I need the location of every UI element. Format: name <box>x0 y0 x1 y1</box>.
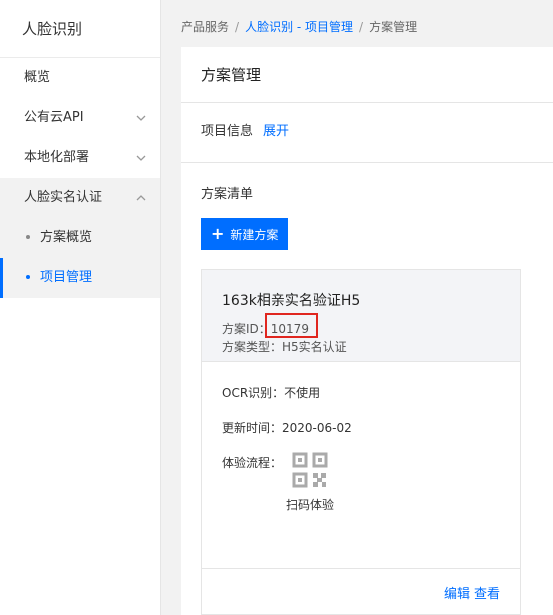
scheme-card-header: 163k相亲实名验证H5 方案ID：10179 方案类型：H5实名认证 <box>202 270 520 362</box>
scheme-name: 163k相亲实名验证H5 <box>222 293 361 309</box>
nav-item-overview[interactable]: 概览 <box>0 58 160 98</box>
card-actions: 编辑 查看 <box>440 583 500 602</box>
nav-item-label: 人脸实名认证 <box>24 190 103 205</box>
nav-item-label: 公有云API <box>24 110 84 125</box>
sub-item-label: 方案概览 <box>40 230 93 245</box>
nav-item-label: 本地化部署 <box>24 150 90 165</box>
id-highlight-box <box>265 313 318 338</box>
ocr-row: OCR识别：不使用 <box>202 384 320 401</box>
scheme-card: 163k相亲实名验证H5 方案ID：10179 方案类型：H5实名认证 OCR识… <box>201 269 521 615</box>
expand-link[interactable]: 展开 <box>263 124 289 139</box>
breadcrumb-current: 方案管理 <box>369 20 418 34</box>
project-info-label: 项目信息 <box>201 124 254 139</box>
sidebar: 人脸识别 概览 公有云API 本地化部署 人脸实名认证 方案概览 项目管理 <box>0 0 161 615</box>
bullet-dot-icon <box>26 234 30 239</box>
updated-label: 更新时间： <box>222 421 283 435</box>
scheme-type-value: H5实名认证 <box>282 340 347 354</box>
breadcrumb-link[interactable]: 人脸识别 - 项目管理 <box>245 20 353 34</box>
qr-code-icon[interactable] <box>292 452 328 488</box>
nav-item-local-deploy[interactable]: 本地化部署 <box>0 138 160 178</box>
plus-icon: + <box>211 224 225 243</box>
ocr-label: OCR识别： <box>222 386 285 400</box>
breadcrumb-root[interactable]: 产品服务 <box>181 20 229 34</box>
breadcrumb: 产品服务 / 人脸识别 - 项目管理 / 方案管理 <box>161 0 553 54</box>
nav-item-face-verification[interactable]: 人脸实名认证 <box>0 178 160 218</box>
ocr-value: 不使用 <box>284 386 321 400</box>
sidebar-subitem-scheme-overview[interactable]: 方案概览 <box>0 218 160 258</box>
sidebar-subitem-project-management[interactable]: 项目管理 <box>0 258 160 298</box>
edit-link[interactable]: 编辑 <box>444 587 470 602</box>
bullet-dot-icon <box>26 274 30 279</box>
chevron-down-icon <box>136 138 146 178</box>
new-scheme-label: 新建方案 <box>230 227 279 242</box>
flow-row: 体验流程： <box>202 454 282 471</box>
sub-item-label: 项目管理 <box>40 270 93 285</box>
scheme-list-title: 方案清单 <box>201 187 254 202</box>
new-scheme-button[interactable]: + 新建方案 <box>201 218 289 250</box>
flow-label: 体验流程： <box>222 456 283 470</box>
nav-item-label: 概览 <box>24 70 51 85</box>
chevron-down-icon <box>136 98 146 138</box>
updated-value: 2020-06-02 <box>282 421 352 435</box>
breadcrumb-separator: / <box>235 20 240 34</box>
main-content: 产品服务 / 人脸识别 - 项目管理 / 方案管理 方案管理 项目信息 展开 方案清单 +… <box>161 0 553 615</box>
scheme-type-label: 方案类型： <box>222 340 283 354</box>
scheme-id-label: 方案ID： <box>222 322 271 336</box>
updated-row: 更新时间：2020-06-02 <box>202 419 352 436</box>
qr-scan-label: 扫码体验 <box>286 498 335 512</box>
scheme-card-footer: 编辑 查看 <box>202 568 520 614</box>
scheme-panel: 方案管理 项目信息 展开 方案清单 + 新建方案 163k相亲实名验证H5 方案I… <box>181 47 553 615</box>
page-title: 方案管理 <box>181 47 553 103</box>
view-link[interactable]: 查看 <box>474 587 500 602</box>
breadcrumb-separator: / <box>359 20 364 34</box>
sidebar-title: 人脸识别 <box>0 0 160 58</box>
nav-item-public-cloud-api[interactable]: 公有云API <box>0 98 160 138</box>
nav-group-face-verification: 人脸实名认证 方案概览 项目管理 <box>0 178 160 298</box>
scheme-type-row: 方案类型：H5实名认证 <box>222 338 520 356</box>
chevron-up-icon <box>136 178 146 218</box>
project-info-row: 项目信息 展开 <box>181 103 553 163</box>
